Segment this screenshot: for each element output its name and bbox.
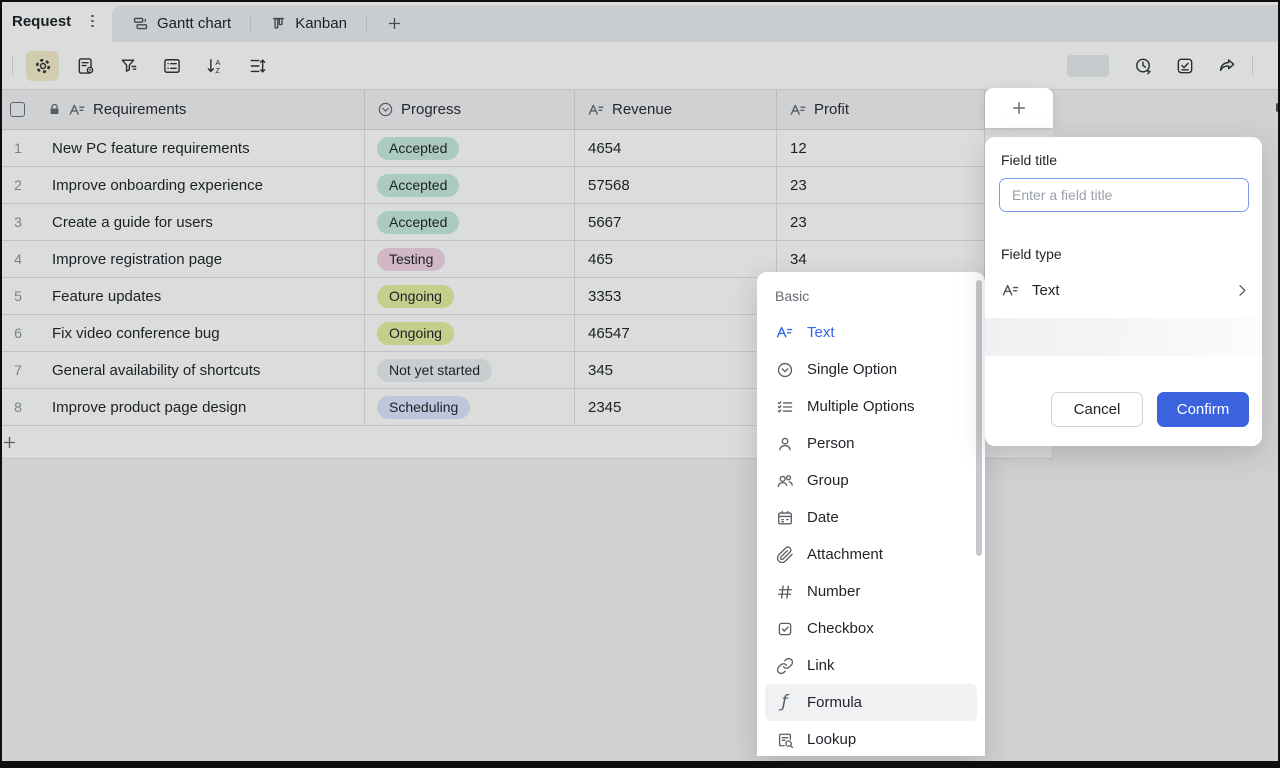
menu-item-label: Link <box>807 657 835 674</box>
add-field-button[interactable] <box>985 88 1053 128</box>
menu-item-label: Multiple Options <box>807 398 915 415</box>
lookup-icon <box>775 730 794 749</box>
field-type-menu: Basic Text Single Option Multiple Option… <box>757 272 985 756</box>
menu-item-label: Attachment <box>807 546 883 563</box>
menu-item-text[interactable]: Text <box>765 314 977 351</box>
menu-item-link[interactable]: Link <box>765 647 977 684</box>
field-title-label: Field title <box>1001 152 1057 168</box>
menu-item-label: Single Option <box>807 361 897 378</box>
number-icon <box>775 582 794 601</box>
person-icon <box>775 434 794 453</box>
menu-item-label: Person <box>807 435 855 452</box>
menu-item-number[interactable]: Number <box>765 573 977 610</box>
menu-item-label: Date <box>807 509 839 526</box>
multiple-options-icon <box>775 397 794 416</box>
menu-item-date[interactable]: Date <box>765 499 977 536</box>
menu-item-checkbox[interactable]: Checkbox <box>765 610 977 647</box>
group-icon <box>775 471 794 490</box>
confirm-button[interactable]: Confirm <box>1157 392 1249 427</box>
plus-icon <box>1010 99 1028 117</box>
text-field-icon <box>775 323 794 342</box>
app-window: Request Gantt chart Kanban <box>0 0 1280 768</box>
field-config-popup: Field title Field type Text Cancel Confi… <box>985 137 1262 446</box>
field-title-input[interactable] <box>999 178 1249 212</box>
text-field-icon <box>1001 281 1020 300</box>
menu-item-person[interactable]: Person <box>765 425 977 462</box>
date-icon <box>775 508 794 527</box>
field-type-selector[interactable]: Text <box>1001 274 1250 306</box>
menu-item-attachment[interactable]: Attachment <box>765 536 977 573</box>
menu-scrollbar[interactable] <box>976 280 982 556</box>
attachment-icon <box>775 545 794 564</box>
menu-item-label: Formula <box>807 694 862 711</box>
chevron-right-icon <box>1234 282 1250 298</box>
cancel-button[interactable]: Cancel <box>1051 392 1143 427</box>
menu-section-basic: Basic <box>765 278 977 314</box>
field-type-value: Text <box>1032 282 1060 299</box>
menu-item-label: Lookup <box>807 731 856 748</box>
menu-item-group[interactable]: Group <box>765 462 977 499</box>
checkbox-icon <box>775 619 794 638</box>
menu-item-label: Group <box>807 472 849 489</box>
menu-item-label: Checkbox <box>807 620 874 637</box>
formula-icon: ƒ <box>775 693 794 712</box>
menu-item-label: Text <box>807 324 835 341</box>
single-option-icon <box>775 360 794 379</box>
collapsed-section-placeholder <box>985 318 1262 356</box>
menu-item-lookup[interactable]: Lookup <box>765 721 977 758</box>
field-type-label: Field type <box>1001 246 1062 262</box>
menu-item-single-option[interactable]: Single Option <box>765 351 977 388</box>
menu-item-label: Number <box>807 583 860 600</box>
menu-item-multiple-options[interactable]: Multiple Options <box>765 388 977 425</box>
link-icon <box>775 656 794 675</box>
menu-item-formula[interactable]: ƒ Formula <box>765 684 977 721</box>
